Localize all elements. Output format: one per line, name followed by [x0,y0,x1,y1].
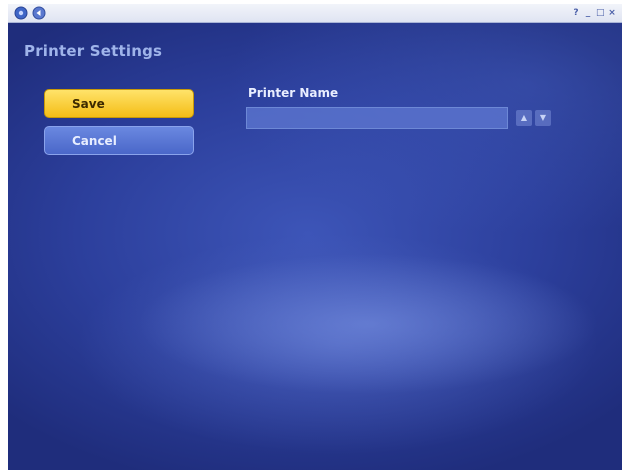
page-title: Printer Settings [24,42,163,60]
title-bar: ? _ □ × [8,4,622,23]
printer-name-up-button[interactable]: ▲ [516,110,532,126]
maximize-button[interactable]: □ [596,6,605,20]
window-controls: ? _ □ × [572,6,616,20]
close-button[interactable]: × [608,6,616,20]
windows-media-center-icon-graphic [14,6,28,20]
printer-name-down-button[interactable]: ▼ [535,110,551,126]
back-arrow-icon-graphic [32,6,46,20]
save-button[interactable]: Save [44,89,194,118]
media-center-window: ? _ □ × Printer Settings Save Cancel Pri… [8,4,622,470]
minimize-button[interactable]: _ [584,6,592,20]
back-arrow-icon[interactable] [32,6,46,20]
chevron-down-icon: ▼ [539,113,547,122]
printer-name-label: Printer Name [248,86,339,100]
printer-name-field[interactable] [246,107,508,129]
windows-media-center-icon[interactable] [14,6,28,20]
help-button[interactable]: ? [572,6,580,20]
chevron-up-icon: ▲ [520,113,528,122]
cancel-button[interactable]: Cancel [44,126,194,155]
